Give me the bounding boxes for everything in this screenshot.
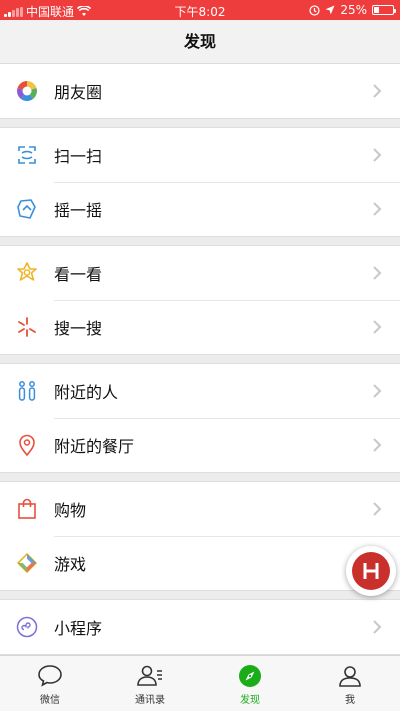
menu-item-label: 看一看: [54, 265, 103, 284]
status-bar: 中国联通 下午8:02 25%: [0, 0, 400, 20]
discover-list: 朋友圈 扫一扫 摇一摇 看一看 搜一搜 附近的人 附近的餐厅 购物 游戏 小程序: [0, 64, 400, 655]
tab-label: 微信: [40, 695, 60, 706]
game-icon: [15, 551, 39, 575]
menu-item-shake[interactable]: 摇一摇: [0, 182, 400, 236]
chat-bubble-icon: [38, 665, 62, 687]
menu-item-games[interactable]: 游戏: [0, 536, 400, 590]
tab-me[interactable]: 我: [300, 656, 400, 711]
floating-logo-icon: [352, 552, 390, 590]
menu-item-mini-program[interactable]: 小程序: [0, 600, 400, 654]
battery-percent: 25%: [340, 3, 367, 17]
people-nearby-icon: [15, 379, 39, 403]
menu-item-people-nearby[interactable]: 附近的人: [0, 364, 400, 418]
menu-item-label: 购物: [54, 501, 87, 520]
top-stories-icon: [15, 261, 39, 285]
page-title: 发现: [0, 20, 400, 64]
scan-icon: [15, 143, 39, 167]
contacts-icon: [137, 665, 162, 686]
menu-item-label: 摇一摇: [54, 201, 103, 220]
alarm-lock-icon: [309, 4, 320, 16]
tab-discover[interactable]: 发现: [200, 656, 300, 711]
group-scan-shake: 扫一扫 摇一摇: [0, 127, 400, 237]
tab-contacts[interactable]: 通讯录: [100, 656, 200, 711]
battery-icon: [372, 5, 396, 15]
menu-item-label: 游戏: [54, 555, 87, 574]
menu-item-search[interactable]: 搜一搜: [0, 300, 400, 354]
menu-item-shopping[interactable]: 购物: [0, 482, 400, 536]
menu-item-restaurants-nearby[interactable]: 附近的餐厅: [0, 418, 400, 472]
menu-item-top-stories[interactable]: 看一看: [0, 246, 400, 300]
group-mini-program: 小程序: [0, 599, 400, 655]
group-nearby: 附近的人 附近的餐厅: [0, 363, 400, 473]
location-pin-icon: [15, 433, 39, 457]
mini-program-icon: [15, 615, 39, 639]
tab-label: 通讯录: [135, 695, 165, 706]
tab-chats[interactable]: 微信: [0, 656, 100, 711]
compass-icon: [239, 665, 261, 687]
chevron-right-icon: [373, 502, 382, 516]
chevron-right-icon: [373, 320, 382, 334]
search-icon: [15, 315, 39, 339]
tab-label: 发现: [240, 695, 260, 706]
tab-bar: 微信 通讯录 发现 我: [0, 655, 400, 711]
tab-label: 我: [345, 695, 355, 706]
chevron-right-icon: [373, 266, 382, 280]
shake-icon: [15, 197, 39, 221]
chevron-right-icon: [373, 148, 382, 162]
chevron-right-icon: [373, 438, 382, 452]
chevron-right-icon: [373, 202, 382, 216]
group-stories-search: 看一看 搜一搜: [0, 245, 400, 355]
status-right: 25%: [309, 3, 396, 17]
location-arrow-icon: [325, 5, 335, 15]
menu-item-moments[interactable]: 朋友圈: [0, 64, 400, 118]
floating-app-button[interactable]: [346, 546, 396, 596]
menu-item-label: 朋友圈: [54, 83, 103, 102]
chevron-right-icon: [373, 620, 382, 634]
group-shop-games: 购物 游戏: [0, 481, 400, 591]
profile-icon: [339, 666, 361, 687]
chevron-right-icon: [373, 384, 382, 398]
menu-item-scan[interactable]: 扫一扫: [0, 128, 400, 182]
chevron-right-icon: [373, 84, 382, 98]
menu-item-label: 小程序: [54, 619, 103, 638]
moments-icon: [15, 79, 39, 103]
wechat-discover-screen: 中国联通 下午8:02 25% 发现 朋友圈 扫一扫 摇一摇 看一看 搜一搜 附…: [0, 0, 400, 711]
menu-item-label: 搜一搜: [54, 319, 103, 338]
group-moments: 朋友圈: [0, 64, 400, 119]
shopping-bag-icon: [15, 497, 39, 521]
menu-item-label: 附近的餐厅: [54, 437, 135, 456]
menu-item-label: 扫一扫: [54, 147, 103, 166]
menu-item-label: 附近的人: [54, 383, 119, 402]
